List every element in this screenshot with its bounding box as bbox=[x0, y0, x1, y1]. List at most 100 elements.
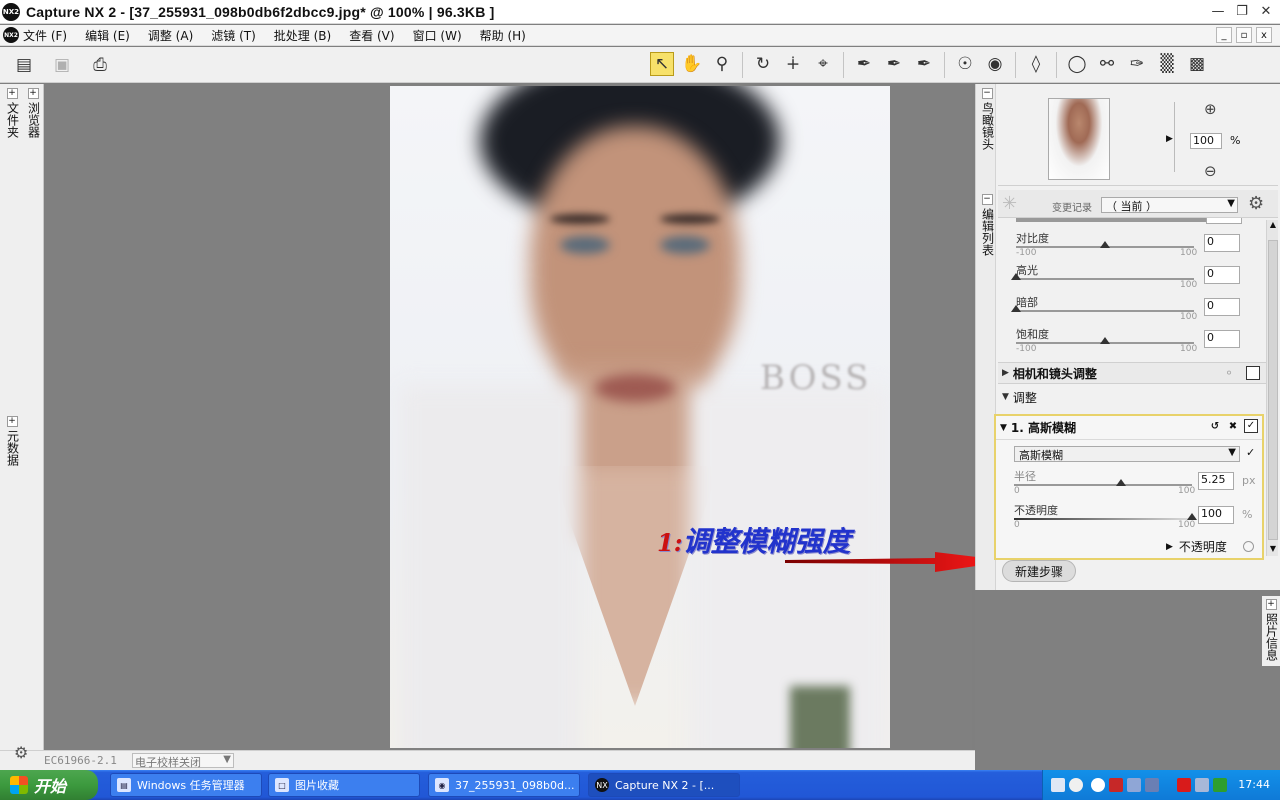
plus-icon[interactable]: + bbox=[27, 88, 39, 99]
minus-icon[interactable]: − bbox=[981, 194, 993, 205]
mdi-restore-button[interactable]: ▫ bbox=[1236, 27, 1252, 43]
tab-photo-info[interactable]: + 照片信息 bbox=[1262, 596, 1280, 666]
enable-checkbox[interactable] bbox=[1246, 366, 1260, 380]
zoom-icon[interactable]: ⚲ bbox=[710, 52, 734, 76]
slider-value-input[interactable]: 0 bbox=[1204, 298, 1240, 316]
print-icon[interactable]: ⎙ bbox=[88, 53, 112, 77]
eye-icon[interactable]: ◉ bbox=[983, 52, 1007, 76]
slider-shadows[interactable]: 暗部 100 0 bbox=[1008, 294, 1240, 326]
enable-checkbox[interactable]: ✓ bbox=[1244, 419, 1258, 433]
menu-edit[interactable]: 编辑 (E) bbox=[85, 27, 130, 44]
menu-window[interactable]: 窗口 (W) bbox=[413, 27, 462, 44]
scroll-up-icon[interactable]: ▲ bbox=[1268, 220, 1278, 232]
slider-thumb[interactable] bbox=[1011, 273, 1021, 280]
mdi-minimize-button[interactable]: _ bbox=[1216, 27, 1232, 43]
soft-proof-select[interactable]: 电子校样关闭 ▼ bbox=[132, 753, 234, 769]
help-icon[interactable] bbox=[1069, 778, 1083, 792]
adjust-section[interactable]: ▼ 调整 bbox=[998, 386, 1266, 408]
task-image-viewer[interactable]: ◉ 37_255931_098b0d... bbox=[428, 773, 580, 797]
chevron-left-icon[interactable] bbox=[1091, 778, 1105, 792]
slider-value-input[interactable]: 0 bbox=[1204, 234, 1240, 252]
menu-file[interactable]: 文件 (F) bbox=[23, 27, 67, 44]
task-picture-collection[interactable]: □ 图片收藏 bbox=[268, 773, 420, 797]
tag-icon[interactable]: ◊ bbox=[1024, 52, 1048, 76]
radius-input[interactable]: 5.25 bbox=[1198, 472, 1234, 490]
black-point-icon[interactable]: ✒ bbox=[852, 52, 876, 76]
gear-icon[interactable]: ⚙ bbox=[1248, 193, 1264, 214]
tab-browser[interactable]: + 浏览器 bbox=[23, 88, 43, 138]
menu-help[interactable]: 帮助 (H) bbox=[480, 27, 526, 44]
radio-icon[interactable] bbox=[1242, 541, 1254, 552]
delete-icon[interactable]: ✖ bbox=[1226, 419, 1240, 433]
minimize-icon[interactable]: — bbox=[1210, 3, 1226, 19]
slider-thumb[interactable] bbox=[1011, 305, 1021, 312]
direct-select-icon[interactable]: ↖ bbox=[650, 52, 674, 76]
hand-icon[interactable]: ✋ bbox=[680, 52, 704, 76]
scroll-down-icon[interactable]: ▼ bbox=[1268, 544, 1278, 556]
antivirus-icon[interactable] bbox=[1177, 778, 1191, 792]
menu-filter[interactable]: 滤镜 (T) bbox=[211, 27, 256, 44]
slider-value-input[interactable]: 0 bbox=[1204, 266, 1240, 284]
birdseye-thumbnail[interactable] bbox=[1048, 98, 1110, 180]
task-capture-nx[interactable]: NX Capture NX 2 - [... bbox=[588, 773, 740, 797]
red-eye-icon[interactable]: ☉ bbox=[953, 52, 977, 76]
slider-contrast[interactable]: 对比度 -100 100 0 bbox=[1008, 230, 1240, 262]
photo-image[interactable]: BOSS bbox=[390, 86, 890, 748]
volume-icon[interactable] bbox=[1195, 778, 1209, 792]
slider-track[interactable] bbox=[1014, 518, 1192, 520]
display-icon[interactable] bbox=[1127, 778, 1141, 792]
white-point-icon[interactable]: ✒ bbox=[912, 52, 936, 76]
slider-thumb[interactable] bbox=[1100, 241, 1110, 248]
menu-batch[interactable]: 批处理 (B) bbox=[274, 27, 331, 44]
app-logo-icon[interactable]: NX2 bbox=[3, 27, 19, 43]
zoom-in-icon[interactable]: ⊕ bbox=[1204, 100, 1217, 118]
restore-icon[interactable]: ❐ bbox=[1234, 3, 1250, 19]
plus-icon[interactable]: + bbox=[6, 416, 18, 427]
slider-thumb[interactable] bbox=[1115, 479, 1126, 486]
mdi-close-button[interactable]: x bbox=[1256, 27, 1272, 43]
slider-highlights[interactable]: 高光 100 0 bbox=[1008, 262, 1240, 294]
slider-thumb[interactable] bbox=[1187, 513, 1197, 520]
straighten-icon[interactable]: ∔ bbox=[781, 52, 805, 76]
scrollbar[interactable]: ▲ ▼ bbox=[1266, 220, 1278, 556]
gradient-icon[interactable]: ▒ bbox=[1155, 52, 1179, 76]
lasso-icon[interactable]: ◯ bbox=[1065, 52, 1089, 76]
menu-view[interactable]: 查看 (V) bbox=[349, 27, 394, 44]
gear-icon[interactable]: ⚙ bbox=[14, 743, 28, 762]
neutral-point-icon[interactable]: ✒ bbox=[882, 52, 906, 76]
opacity-toggle[interactable]: ▶ 不透明度 bbox=[1166, 538, 1254, 555]
task-task-manager[interactable]: ▤ Windows 任务管理器 bbox=[110, 773, 262, 797]
tab-folders[interactable]: + 文件夹 bbox=[2, 88, 22, 138]
browser-toggle-icon[interactable]: ▤ bbox=[12, 53, 36, 77]
slider-radius[interactable]: 半径 0 100 5.25 px bbox=[1006, 468, 1256, 500]
reset-icon[interactable]: ↺ bbox=[1208, 419, 1222, 433]
keyboard-icon[interactable] bbox=[1051, 778, 1065, 792]
network-icon[interactable] bbox=[1109, 778, 1123, 792]
slider-track[interactable] bbox=[1016, 278, 1194, 280]
slider-track[interactable] bbox=[1014, 484, 1192, 486]
scroll-thumb[interactable] bbox=[1268, 240, 1278, 540]
tab-editlist[interactable]: − 编辑列表 bbox=[977, 194, 997, 256]
slider-value-input[interactable]: 0 bbox=[1204, 330, 1240, 348]
selection-plus-icon[interactable]: ⚯ bbox=[1095, 52, 1119, 76]
fill-icon[interactable]: ▩ bbox=[1185, 52, 1209, 76]
slider-track[interactable] bbox=[1016, 310, 1194, 312]
minus-icon[interactable]: − bbox=[981, 88, 993, 99]
tab-metadata[interactable]: + 元数据 bbox=[2, 416, 22, 466]
tab-birdseye[interactable]: − 鸟瞰镜头 bbox=[977, 88, 997, 150]
gaussian-blur-header[interactable]: ▼ 1. 高斯模糊 ↺ ✖ ✓ bbox=[996, 416, 1262, 440]
plus-icon[interactable]: + bbox=[6, 88, 18, 99]
zoom-input[interactable]: 100 bbox=[1190, 133, 1222, 149]
network-share-icon[interactable] bbox=[1145, 778, 1159, 792]
opacity-input[interactable]: 100 bbox=[1198, 506, 1234, 524]
new-step-button[interactable]: 新建步骤 bbox=[1002, 560, 1076, 582]
history-select[interactable]: （ 当前 ） ▼ bbox=[1101, 197, 1238, 213]
start-button[interactable]: 开始 bbox=[0, 770, 98, 800]
menu-adjust[interactable]: 调整 (A) bbox=[148, 27, 193, 44]
crop-icon[interactable]: ⌖ bbox=[811, 52, 835, 76]
select-check-icon[interactable]: ✓ bbox=[1246, 446, 1255, 459]
slider-opacity[interactable]: 不透明度 0 100 100 % bbox=[1006, 502, 1252, 534]
filter-type-select[interactable]: 高斯模糊 ▼ bbox=[1014, 446, 1240, 462]
rotate-icon[interactable]: ↻ bbox=[751, 52, 775, 76]
image-canvas[interactable]: BOSS 1:调整模糊强度 bbox=[45, 84, 1010, 750]
